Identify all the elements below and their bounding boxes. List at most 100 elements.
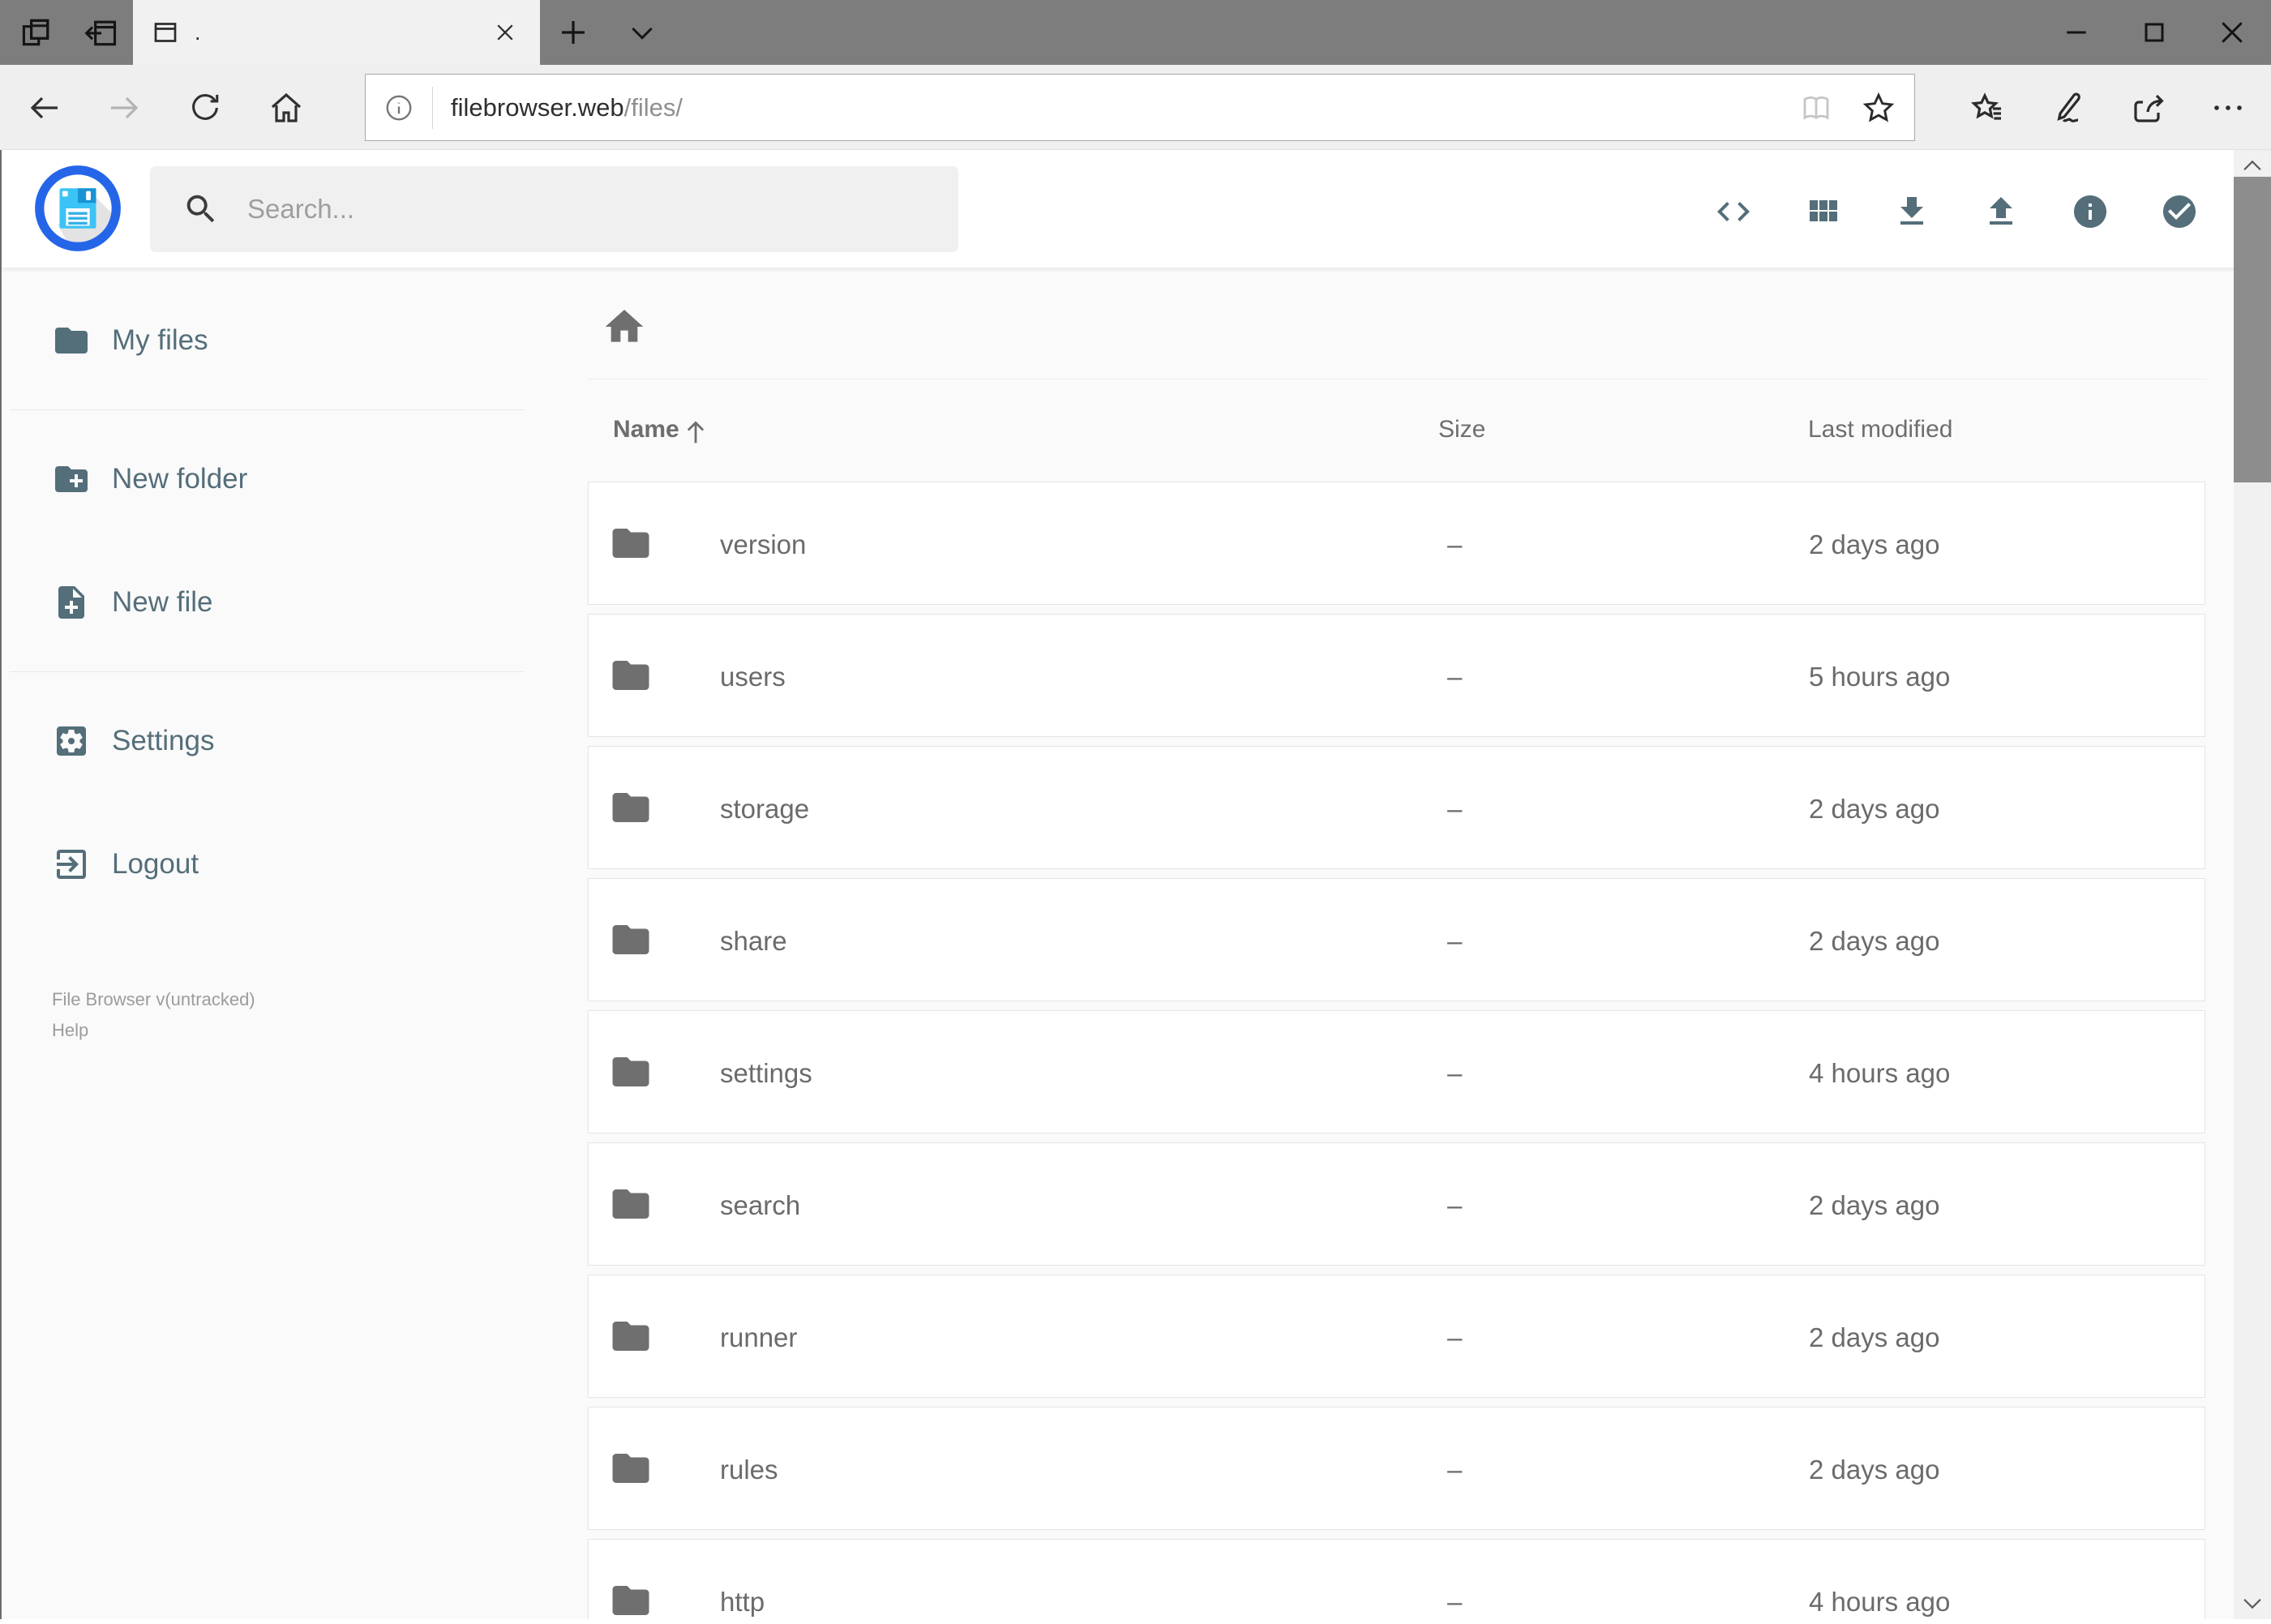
- file-size: –: [1447, 1455, 1463, 1485]
- file-name: search: [720, 1190, 801, 1220]
- grid-view-icon[interactable]: [1803, 192, 1842, 231]
- download-icon[interactable]: [1892, 192, 1931, 231]
- file-size: –: [1447, 794, 1463, 824]
- set-tabs-aside-icon[interactable]: [75, 0, 128, 65]
- select-check-icon[interactable]: [2160, 192, 2199, 231]
- table-row-http[interactable]: http – 4 hours ago: [588, 1539, 2205, 1624]
- file-size: –: [1447, 926, 1463, 956]
- browser-tab[interactable]: .: [133, 0, 540, 65]
- web-note-pen-icon[interactable]: [2029, 65, 2102, 150]
- help-link[interactable]: Help: [52, 1015, 569, 1046]
- file-modified: 2 days ago: [1809, 794, 1940, 824]
- app-version-text: File Browser v(untracked): [52, 989, 255, 1009]
- file-modified: 2 days ago: [1809, 1190, 1940, 1220]
- breadcrumb: [602, 304, 2205, 349]
- close-button[interactable]: [2193, 0, 2271, 65]
- filebrowser-logo[interactable]: [34, 165, 122, 252]
- back-icon[interactable]: [10, 65, 79, 150]
- sidebar-footer: File Browser v(untracked) Help: [52, 984, 569, 1046]
- sidebar-item-settings[interactable]: Settings: [2, 679, 569, 803]
- settings-icon: [52, 722, 91, 761]
- file-name: storage: [720, 794, 810, 824]
- address-bar[interactable]: filebrowser.web/files/: [365, 74, 1915, 141]
- sidebar-divider: [10, 409, 525, 410]
- folder-icon: [609, 1446, 653, 1490]
- minimize-button[interactable]: [2037, 0, 2115, 65]
- file-size: –: [1447, 1322, 1463, 1352]
- file-size: –: [1447, 1058, 1463, 1088]
- column-header-modified[interactable]: Last modified: [1808, 416, 1952, 443]
- column-header-name[interactable]: Name: [613, 416, 679, 443]
- info-icon[interactable]: [2071, 192, 2110, 231]
- table-row-runner[interactable]: runner – 2 days ago: [588, 1275, 2205, 1398]
- tab-list-dropdown-icon[interactable]: [610, 0, 675, 65]
- app-header: [2, 150, 2271, 268]
- sidebar-item-label: My files: [112, 324, 208, 356]
- maximize-button[interactable]: [2115, 0, 2193, 65]
- url-host: filebrowser.web: [451, 92, 624, 122]
- sidebar-item-label: Settings: [112, 725, 215, 756]
- home-icon[interactable]: [251, 65, 321, 150]
- sidebar: My files New folder New file Settings Lo…: [2, 268, 569, 1046]
- share-icon[interactable]: [2112, 65, 2185, 150]
- sidebar-item-new-folder[interactable]: New folder: [2, 418, 569, 541]
- browser-window: . filebrowser.web/files/ Search... My fi…: [0, 0, 2271, 1624]
- sidebar-item-new-file[interactable]: New file: [2, 541, 569, 664]
- table-row-settings[interactable]: settings – 4 hours ago: [588, 1010, 2205, 1133]
- folder-icon: [609, 1182, 653, 1226]
- sidebar-item-logout[interactable]: Logout: [2, 803, 569, 926]
- more-menu-icon[interactable]: [2192, 65, 2265, 150]
- scroll-down-icon[interactable]: [2234, 1588, 2271, 1618]
- refresh-icon[interactable]: [170, 65, 240, 150]
- url-path: /files/: [623, 92, 683, 122]
- scrollbar[interactable]: [2234, 150, 2271, 1624]
- file-modified: 5 hours ago: [1809, 662, 1951, 692]
- favorites-hub-icon[interactable]: [1951, 65, 2024, 150]
- table-row-users[interactable]: users – 5 hours ago: [588, 614, 2205, 737]
- table-row-share[interactable]: share – 2 days ago: [588, 878, 2205, 1001]
- table-row-search[interactable]: search – 2 days ago: [588, 1142, 2205, 1266]
- table-header: Name Size Last modified: [588, 379, 2205, 482]
- favorite-star-icon[interactable]: [1861, 90, 1896, 126]
- breadcrumb-home-icon[interactable]: [602, 304, 647, 349]
- browser-tab-bar: .: [0, 0, 2271, 65]
- file-modified: 2 days ago: [1809, 926, 1940, 956]
- site-info-icon[interactable]: [383, 92, 414, 123]
- table-row-rules[interactable]: rules – 2 days ago: [588, 1407, 2205, 1530]
- folder-icon: [609, 1314, 653, 1358]
- table-row-storage[interactable]: storage – 2 days ago: [588, 746, 2205, 869]
- file-size: –: [1447, 662, 1463, 692]
- file-modified: 2 days ago: [1809, 1455, 1940, 1485]
- file-size: –: [1447, 529, 1463, 559]
- sidebar-item-label: New file: [112, 586, 213, 618]
- page-icon: [151, 18, 180, 47]
- folder-icon: [609, 653, 653, 697]
- forward-icon[interactable]: [89, 65, 159, 150]
- header-actions: [1714, 192, 2199, 231]
- upload-icon[interactable]: [1982, 192, 2020, 231]
- search-input[interactable]: [247, 194, 958, 225]
- new-tab-button[interactable]: [545, 0, 602, 65]
- sidebar-item-label: New folder: [112, 463, 248, 495]
- window-controls: [2037, 0, 2271, 65]
- url-text[interactable]: filebrowser.web/files/: [451, 93, 683, 122]
- table-row-version[interactable]: version – 2 days ago: [588, 482, 2205, 605]
- sort-ascending-icon[interactable]: [679, 416, 712, 448]
- file-modified: 4 hours ago: [1809, 1587, 1951, 1617]
- sidebar-item-my-files[interactable]: My files: [2, 279, 569, 402]
- tab-close-icon[interactable]: [488, 15, 522, 49]
- file-name: rules: [720, 1455, 778, 1485]
- file-name: share: [720, 926, 787, 956]
- file-modified: 4 hours ago: [1809, 1058, 1951, 1088]
- code-view-icon[interactable]: [1714, 192, 1753, 231]
- search-box[interactable]: [150, 166, 958, 252]
- tab-title: .: [195, 19, 201, 45]
- new-file-icon: [52, 583, 91, 622]
- folder-icon: [609, 1579, 653, 1622]
- tab-preview-icon[interactable]: [10, 0, 63, 65]
- file-name: settings: [720, 1058, 812, 1088]
- folder-icon: [609, 1050, 653, 1094]
- column-header-size[interactable]: Size: [1438, 416, 1485, 443]
- reading-view-icon: [1799, 91, 1833, 125]
- scrollbar-thumb[interactable]: [2234, 177, 2271, 482]
